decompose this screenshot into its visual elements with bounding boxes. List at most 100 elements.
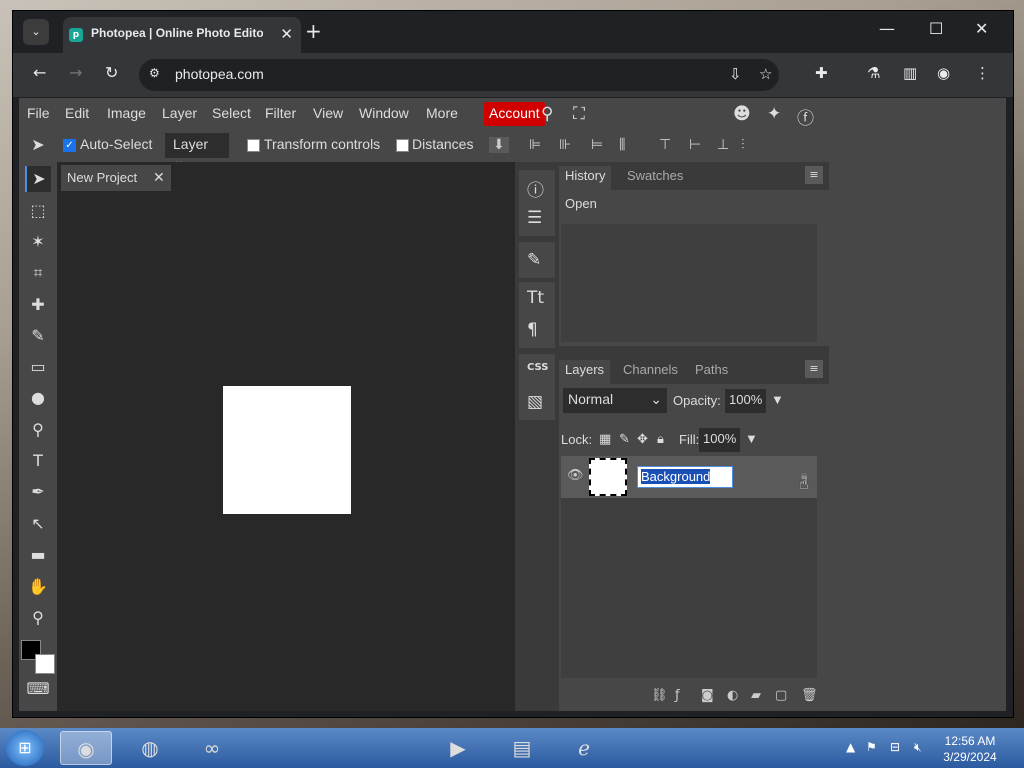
document-close-icon[interactable]: ✕	[153, 169, 165, 186]
new-tab-plus-icon[interactable]: +	[305, 19, 322, 43]
tray-network-icon[interactable]: ⊟	[890, 740, 900, 754]
forward-arrow-icon[interactable]: →	[69, 63, 82, 82]
tray-expand-icon[interactable]: ▲	[846, 740, 855, 754]
browser-tab[interactable]: p Photopea | Online Photo Editor ✕	[63, 17, 301, 53]
path-select-tool-icon[interactable]: ↖	[25, 511, 51, 537]
image-icon[interactable]: ▧	[527, 392, 543, 412]
css-icon[interactable]: CSS	[527, 362, 548, 373]
gradient-tool-icon[interactable]: ▭	[25, 354, 51, 380]
maximize-icon[interactable]: ☐	[929, 19, 943, 38]
start-button-windows-icon[interactable]: ⊞	[6, 730, 44, 766]
blur-tool-icon[interactable]: ●	[25, 385, 51, 411]
magic-wand-tool-icon[interactable]: ✶	[25, 229, 51, 255]
align-bottom-icon[interactable]: ⊥	[717, 137, 729, 153]
fullscreen-icon[interactable]: ⛶	[573, 104, 585, 124]
lock-transparency-icon[interactable]: ▦	[599, 432, 611, 447]
close-window-icon[interactable]: ✕	[975, 19, 988, 38]
shape-tool-icon[interactable]: ▬	[25, 542, 51, 568]
auto-select-checkbox[interactable]: ✓	[63, 139, 76, 152]
background-color-swatch[interactable]	[35, 654, 55, 674]
document-tab[interactable]: New Project ✕	[61, 165, 171, 191]
info-icon[interactable]: ⓘ	[527, 176, 544, 201]
image-canvas[interactable]	[223, 386, 351, 514]
menu-file[interactable]: File	[27, 105, 50, 121]
transform-controls-checkbox[interactable]	[247, 139, 260, 152]
taskbar-file-explorer-icon[interactable]: ▤	[496, 731, 548, 765]
tab-close-icon[interactable]: ✕	[280, 25, 293, 43]
search-icon[interactable]: ⚲	[541, 104, 553, 124]
taskbar-internet-explorer-icon[interactable]: ℯ	[558, 731, 610, 765]
tab-swatches[interactable]: Swatches	[621, 166, 689, 185]
pen-tool-icon[interactable]: ✒	[25, 479, 51, 505]
distribute-horizontal-icon[interactable]: ⫼	[619, 137, 625, 153]
align-top-icon[interactable]: ⊤	[659, 137, 671, 153]
marquee-tool-icon[interactable]: ⬚	[25, 198, 51, 224]
blend-mode-dropdown[interactable]: Normal ⌄	[563, 388, 667, 413]
new-layer-icon[interactable]: ▢	[775, 688, 787, 703]
add-mask-icon[interactable]: ◙	[701, 688, 714, 703]
twitter-icon[interactable]: ✦	[767, 104, 781, 124]
zoom-tool-icon[interactable]: ⚲	[25, 605, 51, 631]
menu-more[interactable]: More	[426, 105, 458, 121]
healing-tool-icon[interactable]: ✚	[25, 292, 51, 318]
adjustment-layer-icon[interactable]: ◐	[727, 688, 738, 703]
taskbar-clock[interactable]: 12:56 AM 3/29/2024	[930, 733, 1010, 765]
brush-settings-icon[interactable]: ✎	[527, 250, 541, 270]
new-group-folder-icon[interactable]: ▰	[751, 688, 761, 703]
menu-view[interactable]: View	[313, 105, 343, 121]
brush-tool-icon[interactable]: ✎	[25, 323, 51, 349]
side-panel-icon[interactable]: ▥	[903, 64, 917, 82]
opacity-dropdown-arrow-icon[interactable]: ▼	[771, 392, 784, 407]
lock-all-icon[interactable]: 🔒︎	[657, 432, 664, 447]
install-app-icon[interactable]: ⇩	[729, 65, 742, 83]
omnibox[interactable]: ⚙ photopea.com ⇩ ☆	[139, 59, 779, 91]
align-center-icon[interactable]: ⊪	[559, 137, 571, 153]
adjustments-icon[interactable]: ☰	[527, 208, 542, 228]
align-right-icon[interactable]: ⊨	[591, 137, 603, 153]
taskbar-media-player-icon[interactable]: ▶	[432, 731, 484, 765]
type-tool-icon[interactable]: T	[25, 448, 51, 474]
history-item[interactable]: Open	[565, 196, 597, 211]
tray-flag-icon[interactable]: ⚑	[866, 740, 877, 754]
link-layers-icon[interactable]: ⛓	[651, 688, 668, 703]
visibility-eye-icon[interactable]: 👁︎	[567, 468, 584, 483]
move-tool-icon[interactable]: ➤	[25, 166, 51, 192]
menu-edit[interactable]: Edit	[65, 105, 89, 121]
history-panel-menu-icon[interactable]: ≡	[805, 166, 823, 184]
delete-layer-trash-icon[interactable]: 🗑︎	[801, 688, 818, 703]
profile-avatar-icon[interactable]: ◉	[937, 64, 950, 82]
download-icon[interactable]: ⬇	[489, 137, 509, 153]
reddit-icon[interactable]: ☻	[733, 104, 751, 124]
bookmark-star-icon[interactable]: ☆	[759, 65, 772, 83]
align-left-icon[interactable]: ⊫	[529, 137, 541, 153]
layers-panel-menu-icon[interactable]: ≡	[805, 360, 823, 378]
keyboard-icon[interactable]: ⌨	[25, 676, 51, 702]
align-middle-icon[interactable]: ⊢	[689, 137, 701, 153]
layer-select-dropdown[interactable]: Layer ⌄	[165, 133, 229, 168]
fill-dropdown-arrow-icon[interactable]: ▼	[745, 431, 758, 446]
distribute-vertical-icon[interactable]: ⫶	[741, 137, 745, 153]
lock-position-icon[interactable]: ✥	[637, 432, 648, 447]
tab-search-chevron-down-icon[interactable]: ⌄	[23, 19, 49, 45]
url-text[interactable]: photopea.com	[175, 66, 264, 82]
fill-input[interactable]: 100%	[699, 428, 741, 452]
taskbar-chrome-icon[interactable]: ◉	[60, 731, 112, 765]
tab-paths[interactable]: Paths	[689, 360, 734, 379]
hand-tool-icon[interactable]: ✋	[25, 574, 51, 600]
menu-image[interactable]: Image	[107, 105, 146, 121]
tray-volume-muted-icon[interactable]: 🔇︎	[914, 740, 922, 755]
layer-thumbnail[interactable]	[589, 458, 627, 496]
tab-channels[interactable]: Channels	[617, 360, 684, 379]
labs-flask-icon[interactable]: ⚗	[867, 64, 880, 82]
extensions-puzzle-icon[interactable]: ✚	[815, 64, 828, 82]
menu-window[interactable]: Window	[359, 105, 409, 121]
tab-layers[interactable]: Layers	[559, 360, 611, 384]
back-arrow-icon[interactable]: ←	[33, 63, 46, 82]
account-button[interactable]: Account	[484, 102, 545, 126]
menu-layer[interactable]: Layer	[162, 105, 197, 121]
chrome-menu-icon[interactable]: ⋮	[975, 64, 990, 82]
reload-icon[interactable]: ↻	[105, 63, 118, 82]
tab-history[interactable]: History	[559, 166, 612, 190]
menu-select[interactable]: Select	[212, 105, 251, 121]
character-icon[interactable]: Tt	[527, 288, 544, 308]
